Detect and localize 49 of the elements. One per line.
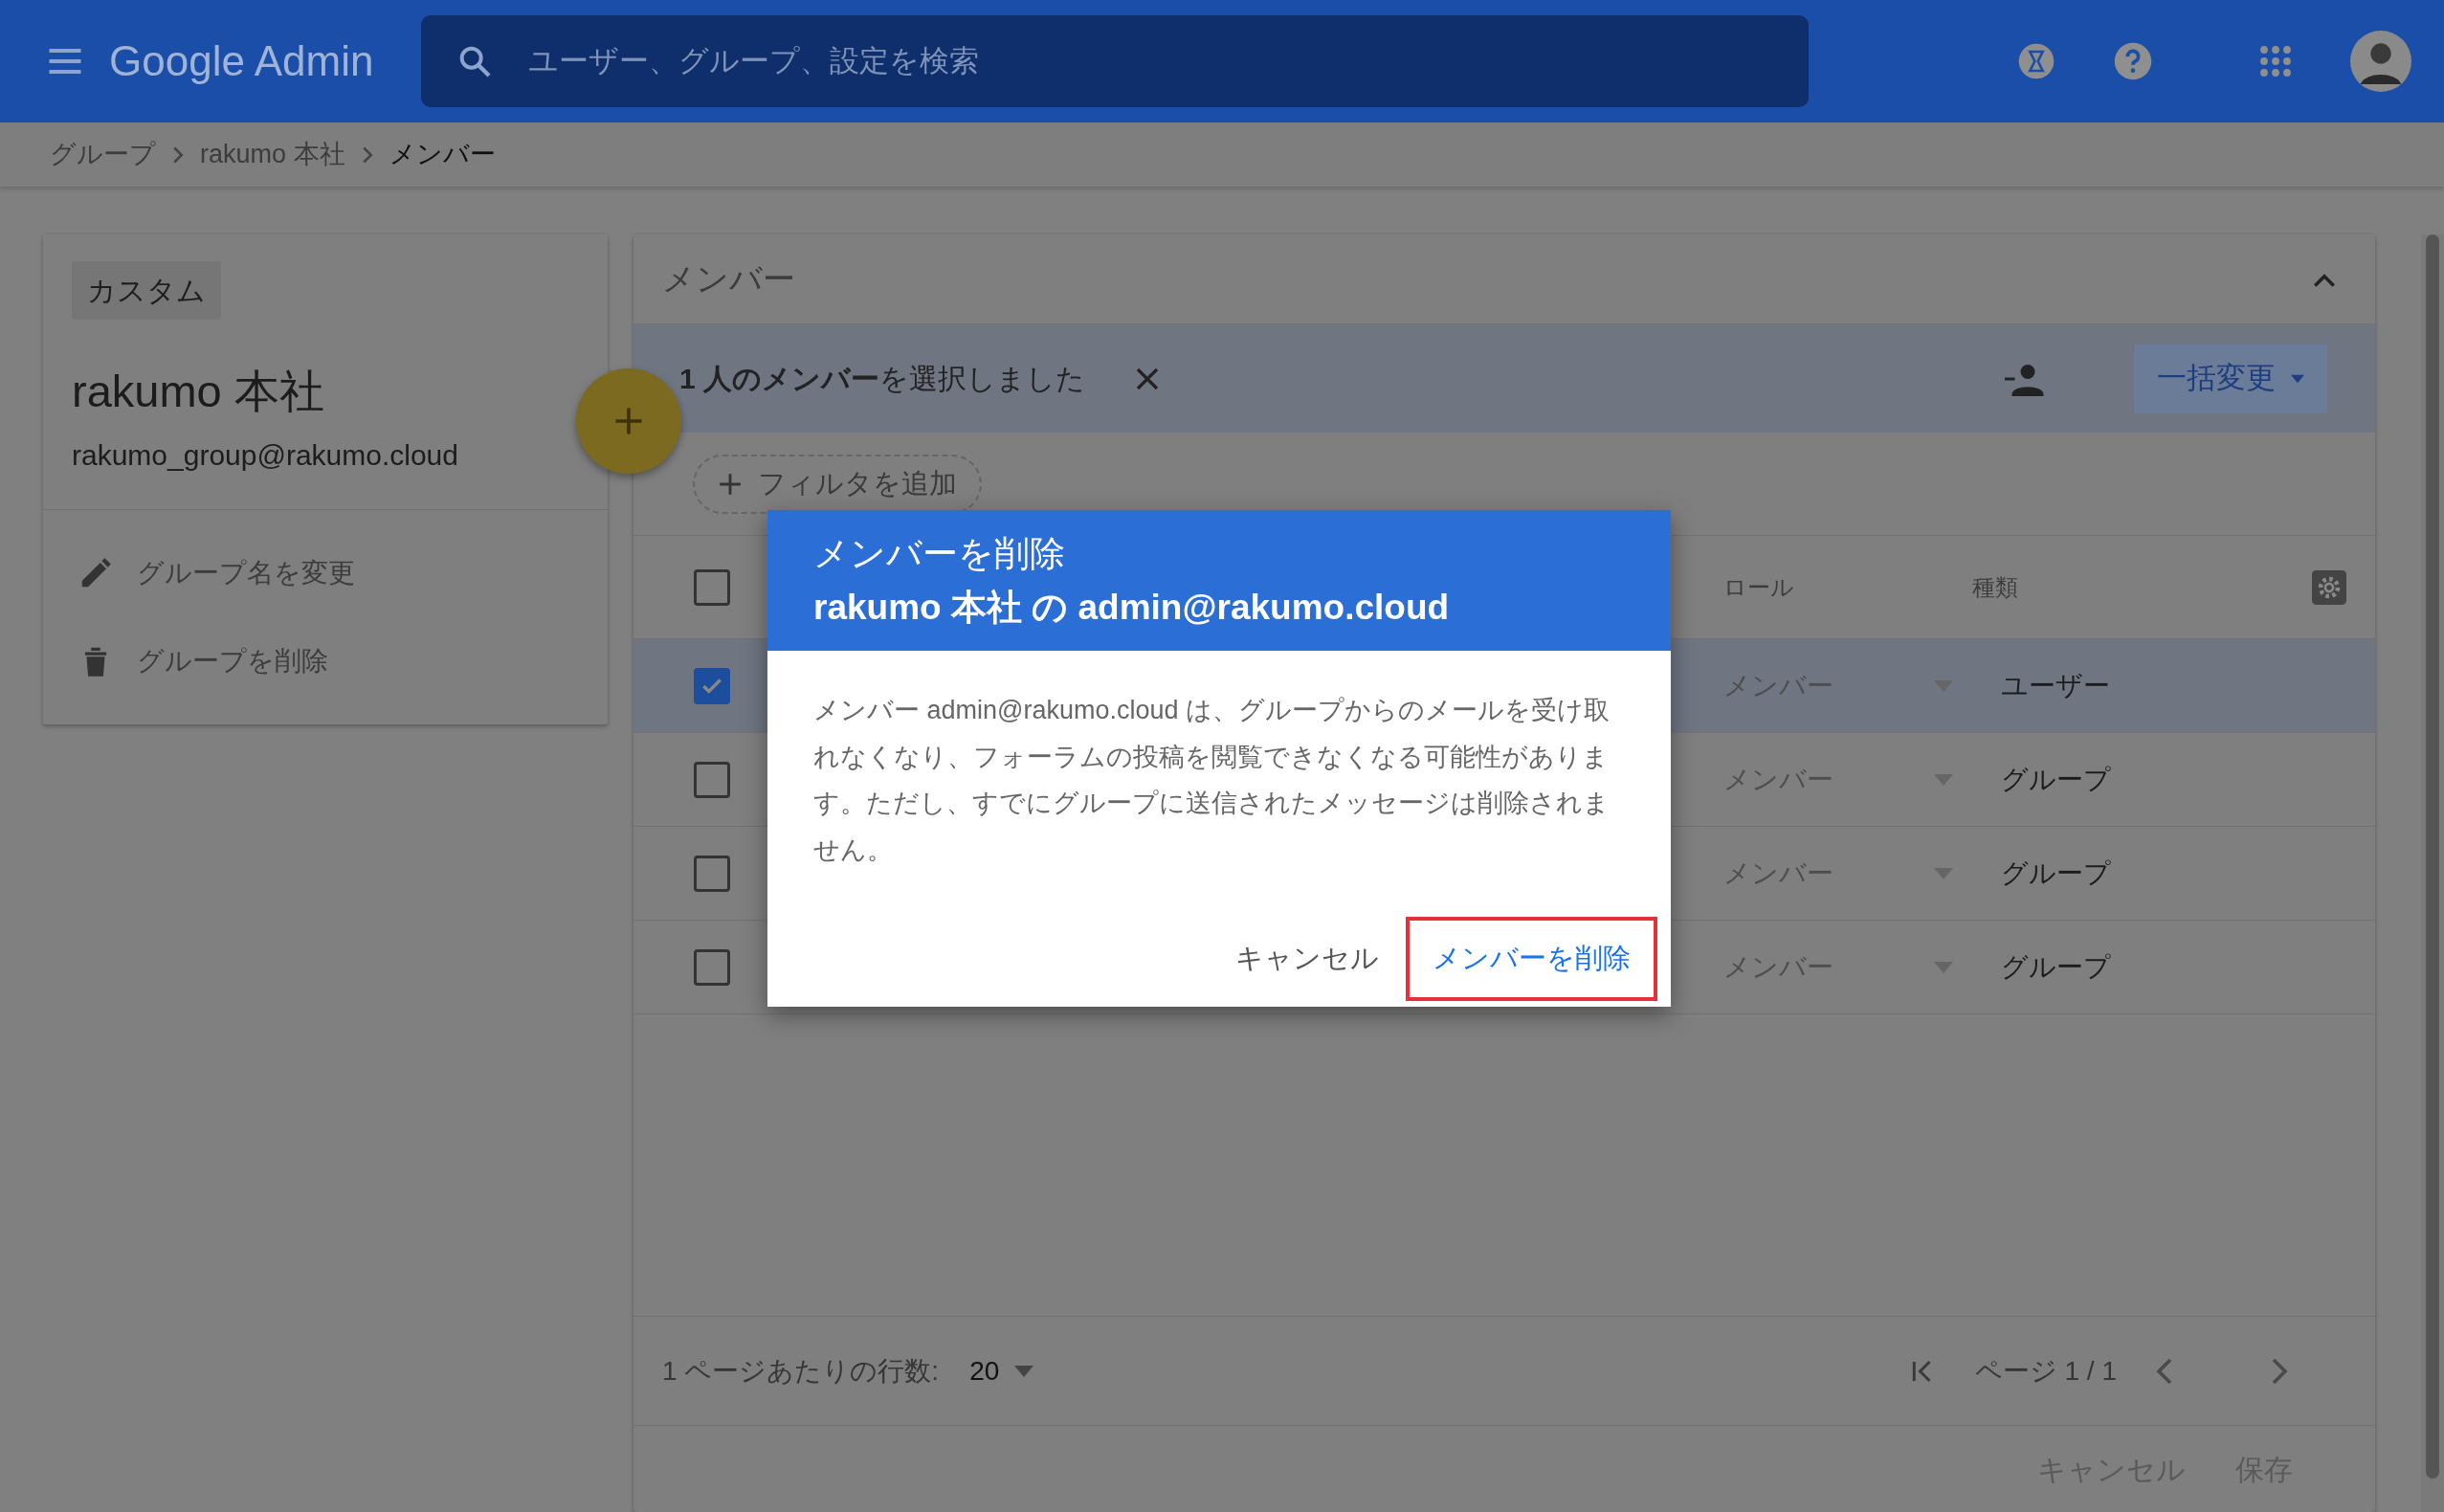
- group-email: rakumo_group@rakumo.cloud: [72, 437, 458, 473]
- member-type: グループ: [2001, 763, 2111, 796]
- chevron-left-icon[interactable]: [2155, 1356, 2174, 1386]
- group-name: rakumo 本社: [72, 365, 324, 418]
- member-type: ユーザー: [2001, 669, 2110, 702]
- breadcrumb-current: メンバー: [389, 139, 496, 171]
- confirm-button[interactable]: メンバーを削除: [1406, 917, 1657, 1001]
- scrollbar[interactable]: [2421, 234, 2444, 1512]
- row-checkbox[interactable]: [694, 855, 730, 892]
- caret-down-icon[interactable]: [1934, 867, 1953, 879]
- app-logo[interactable]: Google Admin: [109, 30, 374, 93]
- dialog-subtitle: rakumo 本社 の admin@rakumo.cloud: [813, 586, 1451, 629]
- member-type: グループ: [2001, 856, 2111, 890]
- column-header: ロール: [1723, 572, 1795, 602]
- column-header: 種類: [1972, 572, 2018, 602]
- caret-down-icon[interactable]: [1934, 679, 1953, 692]
- row-checkbox[interactable]: [694, 667, 730, 704]
- dialog-title: メンバーを削除: [813, 533, 1066, 575]
- caret-down-icon[interactable]: [1934, 773, 1953, 786]
- help-icon[interactable]: [2113, 41, 2153, 81]
- action-link[interactable]: グループ名を変更: [137, 553, 355, 593]
- caret-down-icon: [1014, 1365, 1034, 1377]
- hourglass-icon[interactable]: [2017, 42, 2055, 80]
- row-checkbox[interactable]: [694, 948, 730, 986]
- rows-per-page-select[interactable]: 20: [969, 1350, 1034, 1391]
- bulk-change-button[interactable]: 一括変更: [2134, 344, 2327, 413]
- category-tag: カスタム: [72, 261, 221, 320]
- member-type: グループ: [2001, 950, 2111, 984]
- page-indicator: ページ 1 / 1: [1974, 1354, 2117, 1388]
- action-link[interactable]: グループを削除: [137, 641, 328, 681]
- chevron-right-icon: [360, 145, 374, 165]
- avatar-icon[interactable]: [2350, 31, 2411, 92]
- caret-down-icon: [2291, 373, 2304, 384]
- breadcrumb-link[interactable]: グループ: [50, 135, 156, 174]
- chevron-right-icon: [171, 145, 185, 165]
- select-all-checkbox[interactable]: [694, 568, 730, 606]
- caret-down-icon[interactable]: [1934, 961, 1953, 973]
- cancel-button[interactable]: キャンセル: [1209, 917, 1406, 1001]
- search-field[interactable]: ユーザー、グループ、設定を検索: [421, 15, 1810, 107]
- chevron-right-icon[interactable]: [2270, 1356, 2289, 1386]
- plus-icon: [718, 471, 743, 497]
- breadcrumb-link[interactable]: rakumo 本社: [200, 135, 345, 174]
- section-title: メンバー: [662, 259, 795, 299]
- rows-per-page-label: 1 ページあたりの行数:: [662, 1354, 940, 1388]
- settings-icon[interactable]: [2312, 569, 2346, 605]
- selection-text: 1 人のメンバーを選択しました: [679, 362, 1086, 396]
- row-checkbox[interactable]: [694, 761, 730, 798]
- dialog-message: メンバー admin@rakumo.cloud は、グループからのメールを受け取れなくなり、フォーラムの投稿を閲覧できなくなる可能性があります。ただし、すでにグループに送信されたメッセージは削除されません。: [812, 695, 1611, 866]
- apps-grid-icon[interactable]: [2258, 44, 2293, 78]
